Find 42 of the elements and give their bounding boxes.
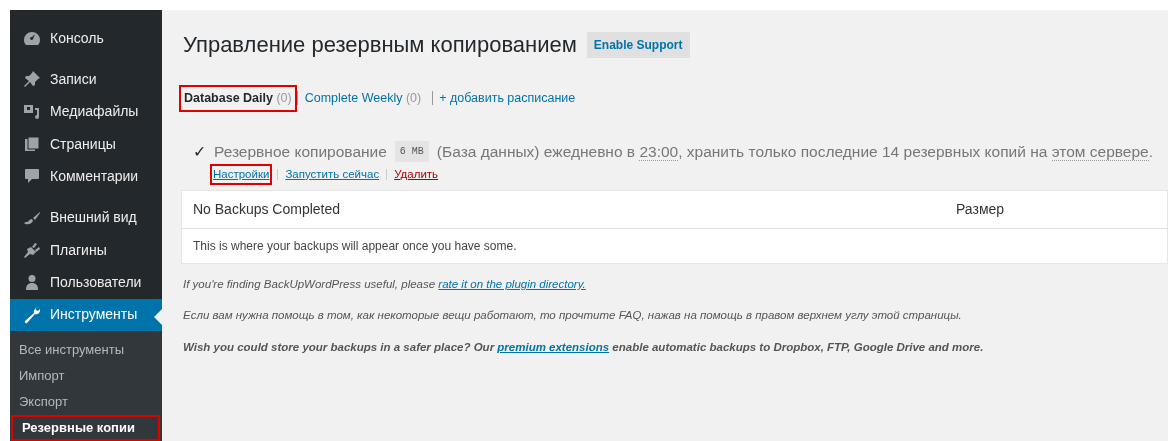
gauge-icon bbox=[23, 30, 41, 47]
note-link[interactable]: rate it on the plugin directory. bbox=[438, 278, 586, 290]
action-link[interactable]: Удалить bbox=[392, 163, 441, 185]
sidebar-item[interactable]: Плагины bbox=[10, 233, 162, 267]
brush-icon bbox=[23, 209, 41, 226]
note-link[interactable]: premium extensions bbox=[497, 340, 610, 353]
action-link[interactable]: Запустить сейчас bbox=[283, 163, 382, 185]
media-icon bbox=[23, 103, 41, 120]
check-mark: ✓ bbox=[193, 141, 206, 162]
submenu-item[interactable]: Все инструменты bbox=[10, 336, 162, 363]
submenu-item[interactable]: Экспорт bbox=[10, 388, 162, 415]
enable-support-button[interactable]: Enable Support bbox=[586, 31, 690, 58]
plug-icon bbox=[23, 242, 41, 259]
wrench-icon bbox=[23, 305, 41, 324]
footer-note: If you're finding BackUpWordPress useful, please rate it on the plugin directory. bbox=[183, 277, 587, 292]
sidebar-item[interactable]: Страницы bbox=[10, 128, 162, 161]
sidebar-item[interactable]: Инструменты bbox=[10, 298, 162, 331]
sidebar-item[interactable]: Консоль bbox=[10, 22, 162, 55]
schedule-text: (База данных) ежедневно в 23:00, хранить только последние 14 резервных копий на этом сервере. bbox=[436, 142, 1153, 164]
empty-message: This is where your backups will appear once you have some. bbox=[193, 238, 517, 255]
schedule-tab[interactable]: Complete Weekly (0) bbox=[299, 85, 427, 112]
sidebar-item[interactable]: Комментарии bbox=[10, 160, 162, 193]
submenu-item[interactable]: Резервные копии bbox=[11, 414, 160, 441]
sidebar-item[interactable]: Пользователи bbox=[10, 266, 162, 299]
submenu-item[interactable]: Импорт bbox=[10, 362, 162, 389]
pin-icon bbox=[23, 70, 41, 89]
column-header: Размер bbox=[956, 200, 1005, 219]
sidebar-item[interactable]: Медиафайлы bbox=[10, 95, 162, 128]
page-title: Управление резервным копированием bbox=[183, 31, 577, 59]
schedule-text: Резервное копирование bbox=[214, 142, 387, 163]
schedule-tab[interactable]: Database Daily (0) bbox=[179, 85, 297, 112]
size-badge: 6 MB bbox=[394, 141, 429, 163]
action-link[interactable]: Настройки bbox=[210, 163, 273, 185]
user-icon bbox=[24, 274, 40, 291]
add-schedule-link[interactable]: + добавить расписание bbox=[439, 89, 576, 108]
footer-note: Wish you could store your backups in a safer place? Our premium extensions enable automatic backups to Dropbox, FTP, Google Drive and more. bbox=[183, 339, 985, 355]
footer-note: Если вам нужна помощь в том, как некоторые вещи работают, то прочтите FAQ, нажав на помощь в правом верхнем углу этой страницы. bbox=[183, 308, 963, 324]
sidebar-item[interactable]: Записи bbox=[10, 63, 162, 96]
column-header: No Backups Completed bbox=[193, 200, 342, 219]
sidebar-item[interactable]: Внешний вид bbox=[10, 201, 162, 234]
pages-icon bbox=[24, 136, 40, 153]
comment-icon bbox=[24, 168, 40, 185]
